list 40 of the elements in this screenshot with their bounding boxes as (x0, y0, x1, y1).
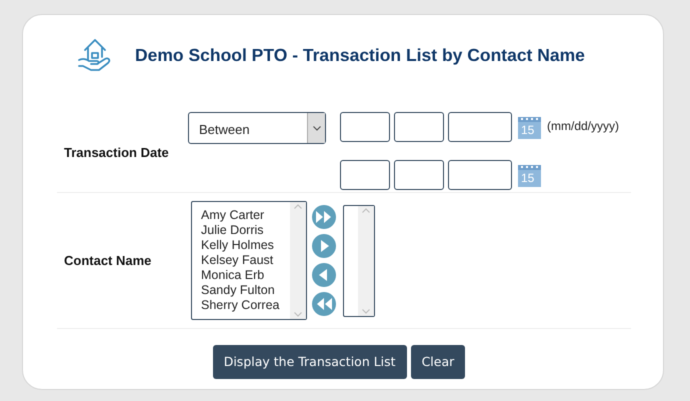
date-input[interactable] (394, 112, 444, 142)
list-option[interactable]: Sandy Fulton (201, 283, 290, 298)
display-list-button[interactable]: Display the Transaction List (212, 345, 407, 379)
date-input[interactable] (340, 160, 390, 190)
date-input[interactable] (394, 160, 444, 190)
move-all-left-button[interactable] (312, 292, 336, 316)
scroll-down-icon[interactable] (294, 312, 302, 317)
scroll-up-icon[interactable] (294, 204, 302, 209)
date-input[interactable] (340, 112, 390, 142)
field-label: Contact Name (63, 252, 152, 270)
list-option[interactable]: Kelsey Faust (201, 253, 290, 268)
double-left-arrow-icon (317, 298, 332, 310)
list-option[interactable]: Monica Erb (201, 268, 290, 283)
house-hand-icon (77, 36, 113, 74)
scroll-up-icon[interactable] (362, 208, 370, 212)
date-format-hint: (mm/dd/yyyy) (547, 118, 619, 135)
date-input[interactable] (448, 112, 512, 142)
right-arrow-icon (321, 240, 329, 252)
calendar-day: 15 (521, 124, 534, 137)
list-option[interactable]: Julie Dorris (201, 223, 290, 238)
calendar-day: 15 (521, 172, 534, 185)
scroll-down-icon[interactable] (362, 308, 370, 314)
chosen-contacts-list[interactable] (343, 204, 375, 316)
list-option[interactable]: Sherry Correa (201, 298, 290, 313)
double-right-arrow-icon (316, 211, 331, 223)
date-input[interactable] (448, 160, 512, 190)
clear-button[interactable]: Clear (410, 345, 466, 379)
left-arrow-icon (319, 269, 327, 281)
operator-dropdown[interactable]: Between (188, 112, 326, 144)
move-right-button[interactable] (312, 234, 336, 258)
scrollbar[interactable] (358, 206, 374, 316)
chevron-down-icon (312, 126, 320, 130)
page-title: Demo School PTO - Transaction List by Contact Name (135, 44, 585, 67)
field-label: Transaction Date (63, 144, 170, 162)
scrollbar[interactable] (290, 202, 306, 319)
move-all-right-button[interactable] (312, 205, 336, 229)
list-option[interactable]: Kelly Holmes (201, 238, 290, 253)
move-left-button[interactable] (312, 263, 336, 287)
available-contacts-list[interactable]: Amy Carter Julie Dorris Kelly Holmes Kelsey Faust Monica Erb Sandy Fulton Sherry Correa (191, 201, 307, 320)
list-option[interactable]: Amy Carter (201, 208, 290, 223)
